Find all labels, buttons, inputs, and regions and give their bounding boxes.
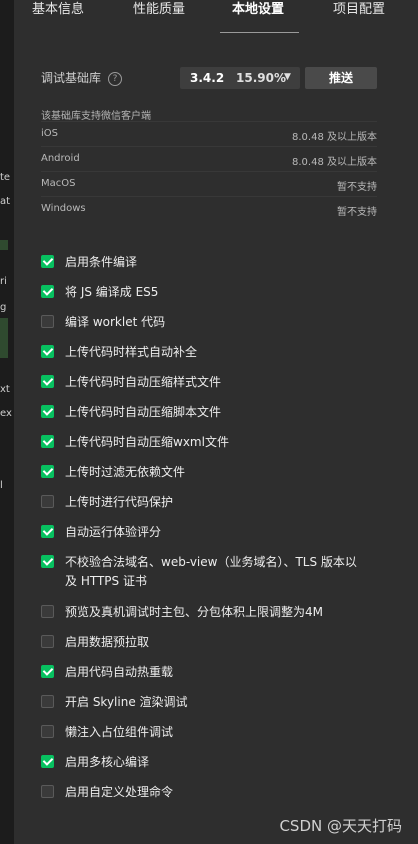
checkbox-checked-icon[interactable] xyxy=(41,405,54,418)
left-text-fragment: ri xyxy=(0,276,7,287)
tab-bar: 基本信息 性能质量 本地设置 项目配置 xyxy=(14,0,418,34)
left-text-fragment: at xyxy=(0,196,11,207)
checkbox-checked-icon[interactable] xyxy=(41,255,54,268)
base-library-label: 调试基础库 xyxy=(41,71,102,85)
left-panel-edge: te at ri g xt ex l xyxy=(0,0,14,844)
option-label: 懒注入占位组件调试 xyxy=(65,725,174,739)
checkbox-checked-icon[interactable] xyxy=(41,555,54,568)
checkbox-checked-icon[interactable] xyxy=(41,665,54,678)
active-tab-indicator xyxy=(220,32,299,33)
option-label: 上传代码时自动压缩样式文件 xyxy=(65,375,222,389)
option-label: 上传代码时自动压缩脚本文件 xyxy=(65,405,222,419)
os-name: MacOS xyxy=(41,178,76,189)
os-name: Windows xyxy=(41,203,86,214)
support-row-android: Android 8.0.48 及以上版本 xyxy=(41,146,377,172)
checkbox-checked-icon[interactable] xyxy=(41,435,54,448)
push-button[interactable]: 推送 xyxy=(305,67,377,89)
os-status: 8.0.48 及以上版本 xyxy=(292,157,377,168)
os-name: iOS xyxy=(41,128,58,139)
option-label: 开启 Skyline 渲染调试 xyxy=(65,695,188,709)
os-status: 8.0.48 及以上版本 xyxy=(292,132,377,143)
os-name: Android xyxy=(41,153,80,164)
checkbox-unchecked-icon[interactable] xyxy=(41,605,54,618)
option-label: 不校验合法域名、web-view（业务域名）、TLS 版本以及 HTTPS 证书 xyxy=(65,555,357,588)
checkbox-checked-icon[interactable] xyxy=(41,345,54,358)
left-text-fragment: l xyxy=(0,480,3,491)
option-label: 上传代码时样式自动补全 xyxy=(65,345,198,359)
option-label: 启用条件编译 xyxy=(65,255,138,269)
support-row-ios: iOS 8.0.48 及以上版本 xyxy=(41,121,377,147)
watermark: CSDN @天天打码 xyxy=(279,817,402,835)
checkbox-unchecked-icon[interactable] xyxy=(41,785,54,798)
tab-performance[interactable]: 性能质量 xyxy=(133,0,185,22)
checkbox-checked-icon[interactable] xyxy=(41,465,54,478)
version-value: 3.4.2 xyxy=(190,71,225,85)
tab-basic-info[interactable]: 基本信息 xyxy=(32,0,84,22)
checkbox-unchecked-icon[interactable] xyxy=(41,495,54,508)
version-percentage: 15.90% xyxy=(236,71,286,85)
option-label: 自动运行体验评分 xyxy=(65,525,162,539)
checkbox-unchecked-icon[interactable] xyxy=(41,725,54,738)
option-label: 将 JS 编译成 ES5 xyxy=(65,285,159,299)
option-label: 上传代码时自动压缩wxml文件 xyxy=(65,435,229,449)
left-text-fragment: xt xyxy=(0,384,10,395)
checkbox-checked-icon[interactable] xyxy=(41,755,54,768)
tab-project-config[interactable]: 项目配置 xyxy=(333,0,385,22)
option-label: 启用数据预拉取 xyxy=(65,635,150,649)
settings-panel: 基本信息 性能质量 本地设置 项目配置 调试基础库 ? 3.4.2 15.90%… xyxy=(14,0,418,844)
left-block xyxy=(0,240,8,250)
option-label: 编译 worklet 代码 xyxy=(65,315,166,329)
checkbox-unchecked-icon[interactable] xyxy=(41,635,54,648)
checkbox-checked-icon[interactable] xyxy=(41,375,54,388)
caret-down-icon: ▼ xyxy=(284,72,291,82)
os-status: 暂不支持 xyxy=(337,207,377,218)
left-text-fragment: te xyxy=(0,172,11,183)
left-text-fragment: ex xyxy=(0,408,12,419)
option-label: 启用多核心编译 xyxy=(65,755,150,769)
support-row-macos: MacOS 暂不支持 xyxy=(41,171,377,197)
help-icon[interactable]: ? xyxy=(108,72,122,86)
option-label: 上传时过滤无依赖文件 xyxy=(65,465,186,479)
support-title: 该基础库支持微信客户端 xyxy=(41,111,151,122)
checkbox-checked-icon[interactable] xyxy=(41,525,54,538)
option-label: 启用代码自动热重载 xyxy=(65,665,174,679)
version-select[interactable]: 3.4.2 15.90% ▼ xyxy=(180,67,300,89)
tab-local-settings[interactable]: 本地设置 xyxy=(232,0,284,22)
option-label: 上传时进行代码保护 xyxy=(65,495,174,509)
option-label: 预览及真机调试时主包、分包体积上限调整为4M xyxy=(65,605,323,619)
left-text-fragment: g xyxy=(0,302,7,313)
checkbox-unchecked-icon[interactable] xyxy=(41,315,54,328)
os-status: 暂不支持 xyxy=(337,182,377,193)
checkbox-checked-icon[interactable] xyxy=(41,285,54,298)
support-row-windows: Windows 暂不支持 xyxy=(41,196,377,222)
checkbox-unchecked-icon[interactable] xyxy=(41,695,54,708)
option-label: 启用自定义处理命令 xyxy=(65,785,174,799)
left-block xyxy=(0,318,8,358)
